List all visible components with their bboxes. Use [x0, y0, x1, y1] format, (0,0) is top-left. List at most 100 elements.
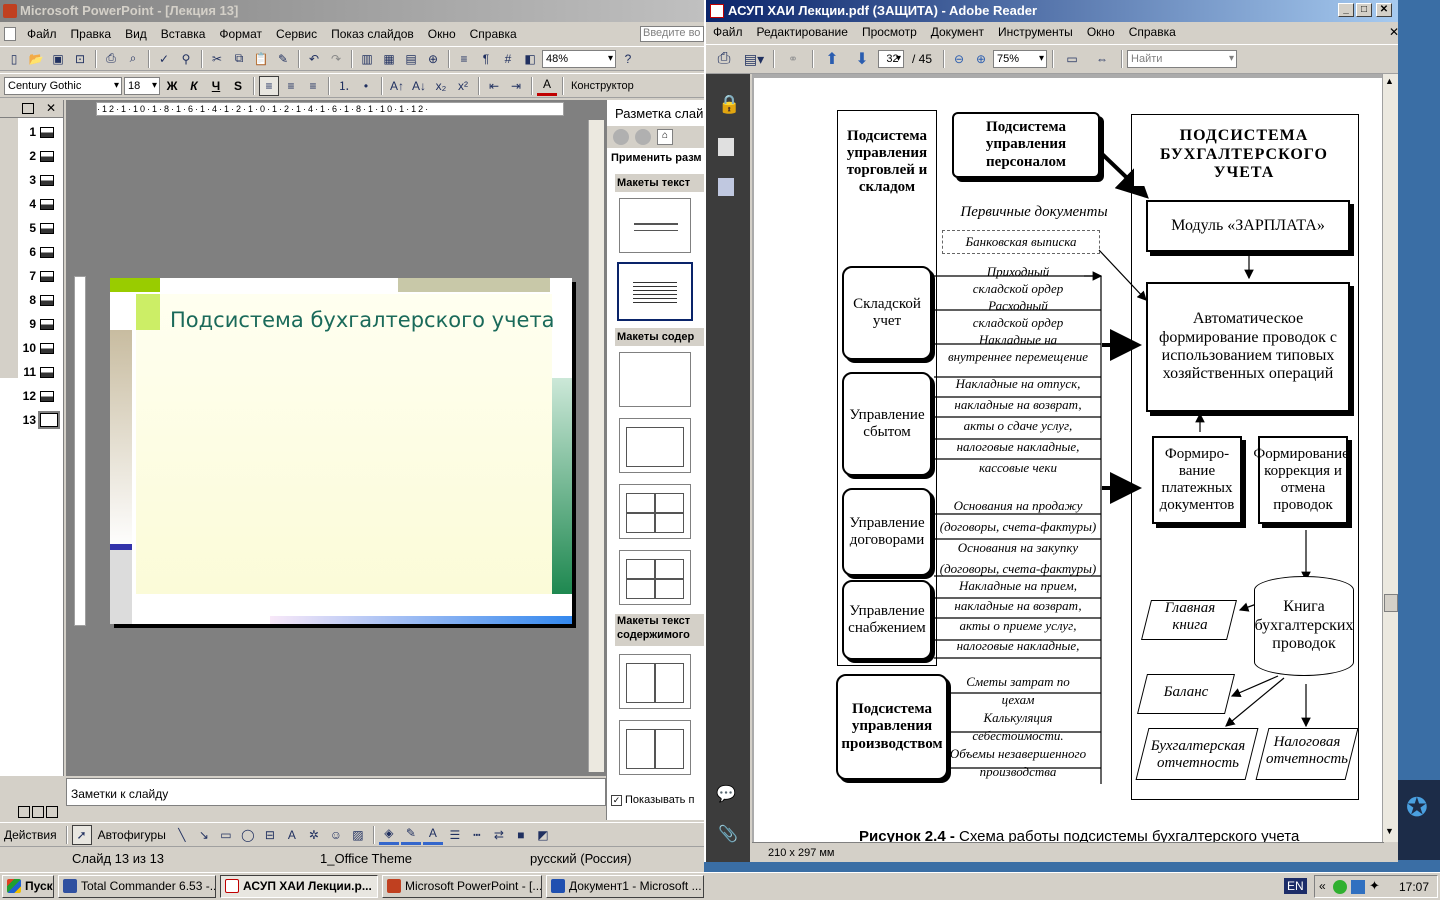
research-icon[interactable]: ⚲ [176, 49, 196, 69]
next-page-icon[interactable]: ⬇ [848, 49, 876, 69]
line-color-icon[interactable]: ✎ [400, 825, 421, 845]
menu-insert[interactable]: Вставка [154, 27, 213, 41]
vertical-scrollbar[interactable] [588, 120, 604, 772]
font-color-icon[interactable]: A [537, 76, 557, 96]
layout-text-content[interactable] [619, 654, 691, 709]
layout-content[interactable] [619, 418, 691, 473]
menu-close-icon[interactable]: ✕ [1382, 25, 1398, 39]
shadow-icon[interactable]: S [228, 76, 248, 96]
normal-view-icon[interactable] [18, 806, 30, 818]
cut-icon[interactable]: ✂ [207, 49, 227, 69]
increase-font-icon[interactable]: A↑ [387, 76, 407, 96]
language-indicator[interactable]: EN [1284, 878, 1307, 894]
font-size-combo[interactable]: 18 [124, 76, 160, 95]
open-icon[interactable]: 📂 [26, 49, 46, 69]
scroll-up-icon[interactable]: ▲ [1385, 76, 1394, 86]
layout-title-only[interactable] [619, 198, 691, 253]
align-center-icon[interactable]: ≡ [281, 76, 301, 96]
oval-icon[interactable]: ◯ [238, 825, 258, 845]
3d-style-icon[interactable]: ◩ [533, 825, 553, 845]
slide-thumbnail[interactable]: 7 [20, 266, 64, 286]
reader-menu-help[interactable]: Справка [1122, 25, 1183, 39]
reader-menu-file[interactable]: Файл [706, 25, 750, 39]
print-icon[interactable]: ⎙ [101, 49, 121, 69]
menu-tools[interactable]: Сервис [269, 27, 324, 41]
line-style-icon[interactable]: ☰ [445, 825, 465, 845]
align-left-icon[interactable]: ≡ [259, 75, 279, 96]
reader-title-bar[interactable]: АСУП ХАИ Лекции.pdf (ЗАЩИТА) - Adobe Rea… [706, 0, 1398, 22]
permission-icon[interactable]: ⊡ [70, 49, 90, 69]
show-checkbox-icon[interactable]: ✓ [611, 794, 622, 806]
forward-icon[interactable] [635, 129, 651, 145]
reader-search-input[interactable]: Найти [1127, 50, 1238, 68]
reader-menu-view[interactable]: Просмотр [855, 25, 924, 39]
attachments-icon[interactable]: 📎 [718, 824, 738, 844]
comments-icon[interactable]: 💬 [716, 784, 736, 804]
shadow-style-icon[interactable]: ■ [511, 825, 531, 845]
expand-all-icon[interactable]: ≡ [454, 49, 474, 69]
designer-button[interactable]: Конструктор [568, 80, 637, 92]
picture-icon[interactable]: ▨ [348, 825, 368, 845]
scroll-thumb[interactable] [1384, 594, 1398, 612]
textbox-icon[interactable]: ⊟ [260, 825, 280, 845]
new-icon[interactable]: ▯ [4, 49, 24, 69]
reader-menu-window[interactable]: Окно [1080, 25, 1122, 39]
clipart-icon[interactable]: ☺ [326, 825, 346, 845]
slide-thumbnail[interactable]: 3 [20, 170, 64, 190]
zoom-out-icon[interactable]: ⊖ [949, 49, 969, 69]
slide-thumbnail[interactable]: 13 [20, 410, 64, 430]
layout-four-content-2[interactable] [619, 550, 691, 605]
back-icon[interactable] [613, 129, 629, 145]
bullets-icon[interactable]: • [356, 76, 376, 96]
slide-thumbnail[interactable]: 12 [20, 386, 64, 406]
slide-thumbnail[interactable]: 10 [20, 338, 64, 358]
menu-slideshow[interactable]: Показ слайдов [324, 27, 421, 41]
task-total-commander[interactable]: Total Commander 6.53 -... [58, 875, 216, 898]
line-icon[interactable]: ╲ [172, 825, 192, 845]
font-name-combo[interactable]: Century Gothic [4, 76, 122, 95]
print-preview-icon[interactable]: ⌕ [123, 49, 143, 69]
redo-icon[interactable]: ↷ [326, 49, 346, 69]
wordart-icon[interactable]: A [282, 825, 302, 845]
slide-thumbnail[interactable]: 2 [20, 146, 64, 166]
decrease-indent-icon[interactable]: ⇤ [484, 76, 504, 96]
help-icon[interactable]: ? [618, 49, 638, 69]
tray-network-icon[interactable] [1333, 880, 1347, 894]
task-adobe-reader[interactable]: АСУП ХАИ Лекции.р... [220, 875, 378, 898]
fill-color-icon[interactable]: ◈ [378, 825, 399, 845]
powerpoint-title-bar[interactable]: Microsoft PowerPoint - [Лекция 13] [0, 0, 704, 22]
table-icon[interactable]: ▦ [379, 49, 399, 69]
fit-page-icon[interactable]: ▭ [1058, 49, 1086, 69]
minimize-button[interactable]: _ [1338, 3, 1354, 17]
decrease-font-icon[interactable]: A↓ [409, 76, 429, 96]
notes-pane[interactable]: Заметки к слайду [66, 778, 606, 806]
align-right-icon[interactable]: ≡ [303, 76, 323, 96]
underline-icon[interactable]: Ч [206, 76, 226, 96]
tray-app-icon[interactable] [1351, 880, 1365, 894]
desktop-star-icon[interactable]: ✪ [1406, 792, 1428, 823]
save-icon[interactable]: ▣ [48, 49, 68, 69]
diagram-icon[interactable]: ✲ [304, 825, 324, 845]
security-icon[interactable]: 🔒 [718, 94, 740, 115]
slide-title[interactable]: Подсистема бухгалтерского учета [170, 308, 555, 332]
task-powerpoint[interactable]: Microsoft PowerPoint - [... [382, 875, 542, 898]
spelling-icon[interactable]: ✓ [154, 49, 174, 69]
bold-icon[interactable]: Ж [162, 76, 182, 96]
slide-thumbnail[interactable]: 1 [20, 122, 64, 142]
italic-icon[interactable]: К [184, 76, 204, 96]
grid-icon[interactable]: # [498, 49, 518, 69]
reader-vertical-scrollbar[interactable]: ▲ ▼ [1382, 74, 1398, 842]
menu-window[interactable]: Окно [421, 27, 463, 41]
maximize-button[interactable]: □ [1356, 3, 1372, 17]
autoshapes-menu[interactable]: Автофигуры [94, 828, 170, 842]
close-button[interactable]: ✕ [1376, 3, 1392, 17]
copy-icon[interactable]: ⧉ [229, 49, 249, 69]
slide-thumbnail[interactable]: 9 [20, 314, 64, 334]
subscript-icon[interactable]: x₂ [431, 76, 451, 96]
slideshow-view-icon[interactable] [46, 806, 58, 818]
slide-canvas[interactable]: Подсистема бухгалтерского учета [110, 278, 572, 624]
prev-page-icon[interactable]: ⬆ [818, 49, 846, 69]
bookmarks-icon[interactable] [718, 178, 734, 196]
layout-four-content[interactable] [619, 484, 691, 539]
task-word[interactable]: Документ1 - Microsoft ... [546, 875, 704, 898]
